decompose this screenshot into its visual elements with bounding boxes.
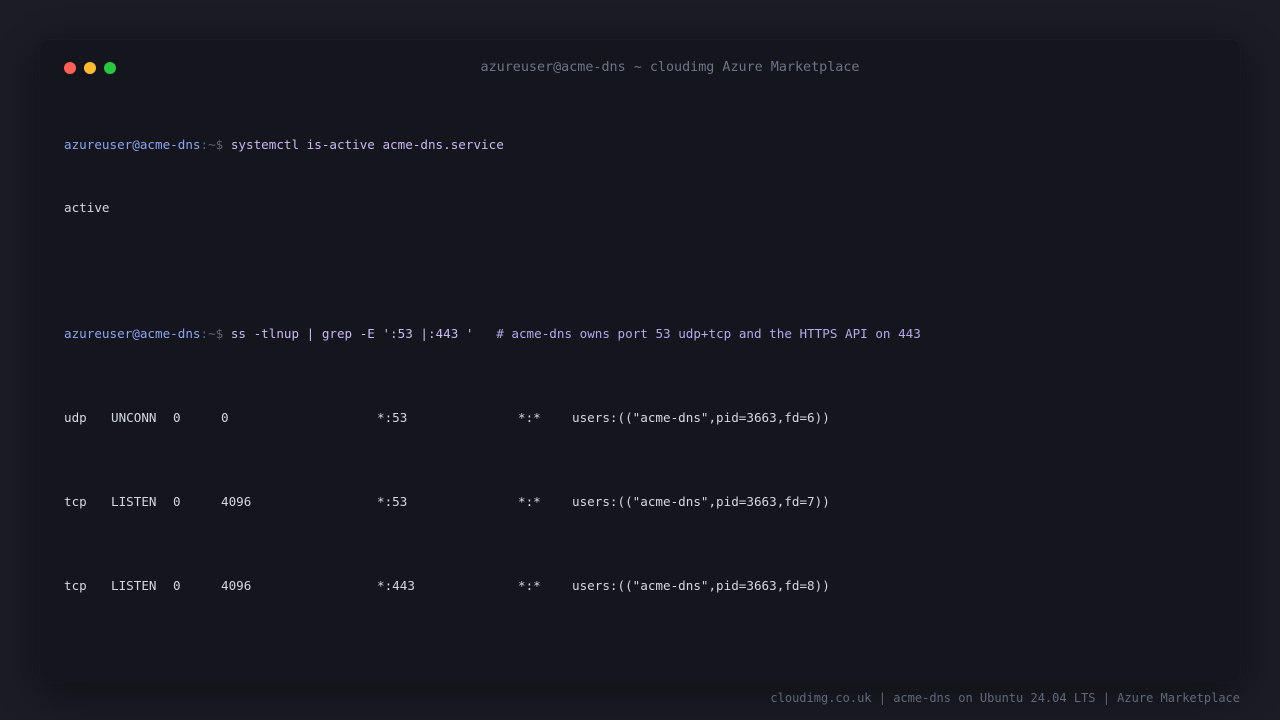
socket-row: udp UNCONN 0 0 *:53 *:* users:(("acme-dns",pid… <box>64 407 1224 428</box>
prompt-user: azureuser@acme-dns <box>64 137 201 152</box>
socket-state: LISTEN <box>111 494 157 509</box>
socket-peer-address: *:* <box>518 410 541 425</box>
socket-local-address: *:53 <box>377 494 408 509</box>
command-comment: # acme-dns owns port 53 udp+tcp and the … <box>496 326 921 341</box>
socket-recv-q: 0 <box>173 410 181 425</box>
command-output: active <box>64 200 110 215</box>
socket-send-q: 4096 <box>221 494 252 509</box>
socket-proto: udp <box>64 410 87 425</box>
socket-send-q: 4096 <box>221 578 252 593</box>
command-line: azureuser@acme-dns:~$ systemctl is-activ… <box>64 134 1224 155</box>
socket-state: UNCONN <box>111 410 157 425</box>
command-text: ss -tlnup | grep -E ':53 |:443 ' <box>230 326 474 341</box>
socket-row: tcp LISTEN 0 4096 *:443 *:* users:(("acme-dns"… <box>64 575 1224 596</box>
window-title: azureuser@acme-dns ~ cloudimg Azure Mark… <box>480 60 860 75</box>
socket-process: users:(("acme-dns",pid=3663,fd=8)) <box>572 578 830 593</box>
socket-peer-address: *:* <box>518 494 541 509</box>
socket-send-q: 0 <box>221 410 229 425</box>
prompt-path: :~$ <box>200 137 224 152</box>
socket-peer-address: *:* <box>518 578 541 593</box>
terminal-content[interactable]: azureuser@acme-dns:~$ systemctl is-activ… <box>64 92 1224 638</box>
socket-process: users:(("acme-dns",pid=3663,fd=6)) <box>572 410 830 425</box>
socket-row: tcp LISTEN 0 4096 *:53 *:* users:(("acme-dns",… <box>64 491 1224 512</box>
title-bar: azureuser@acme-dns ~ cloudimg Azure Mark… <box>40 40 1240 92</box>
command-text: systemctl is-active acme-dns.service <box>230 137 504 152</box>
socket-state: LISTEN <box>111 578 157 593</box>
socket-local-address: *:53 <box>377 410 408 425</box>
footer-caption: cloudimg.co.uk | acme-dns on Ubuntu 24.0… <box>770 691 1240 705</box>
socket-local-address: *:443 <box>377 578 415 593</box>
command-line: azureuser@acme-dns:~$ ss -tlnup | grep -… <box>64 323 1224 344</box>
socket-recv-q: 0 <box>173 494 181 509</box>
prompt-path: :~$ <box>200 326 224 341</box>
socket-proto: tcp <box>64 578 87 593</box>
prompt-user: azureuser@acme-dns <box>64 326 201 341</box>
socket-proto: tcp <box>64 494 87 509</box>
socket-process: users:(("acme-dns",pid=3663,fd=7)) <box>572 494 830 509</box>
socket-recv-q: 0 <box>173 578 181 593</box>
terminal-window: azureuser@acme-dns ~ cloudimg Azure Mark… <box>40 40 1240 682</box>
